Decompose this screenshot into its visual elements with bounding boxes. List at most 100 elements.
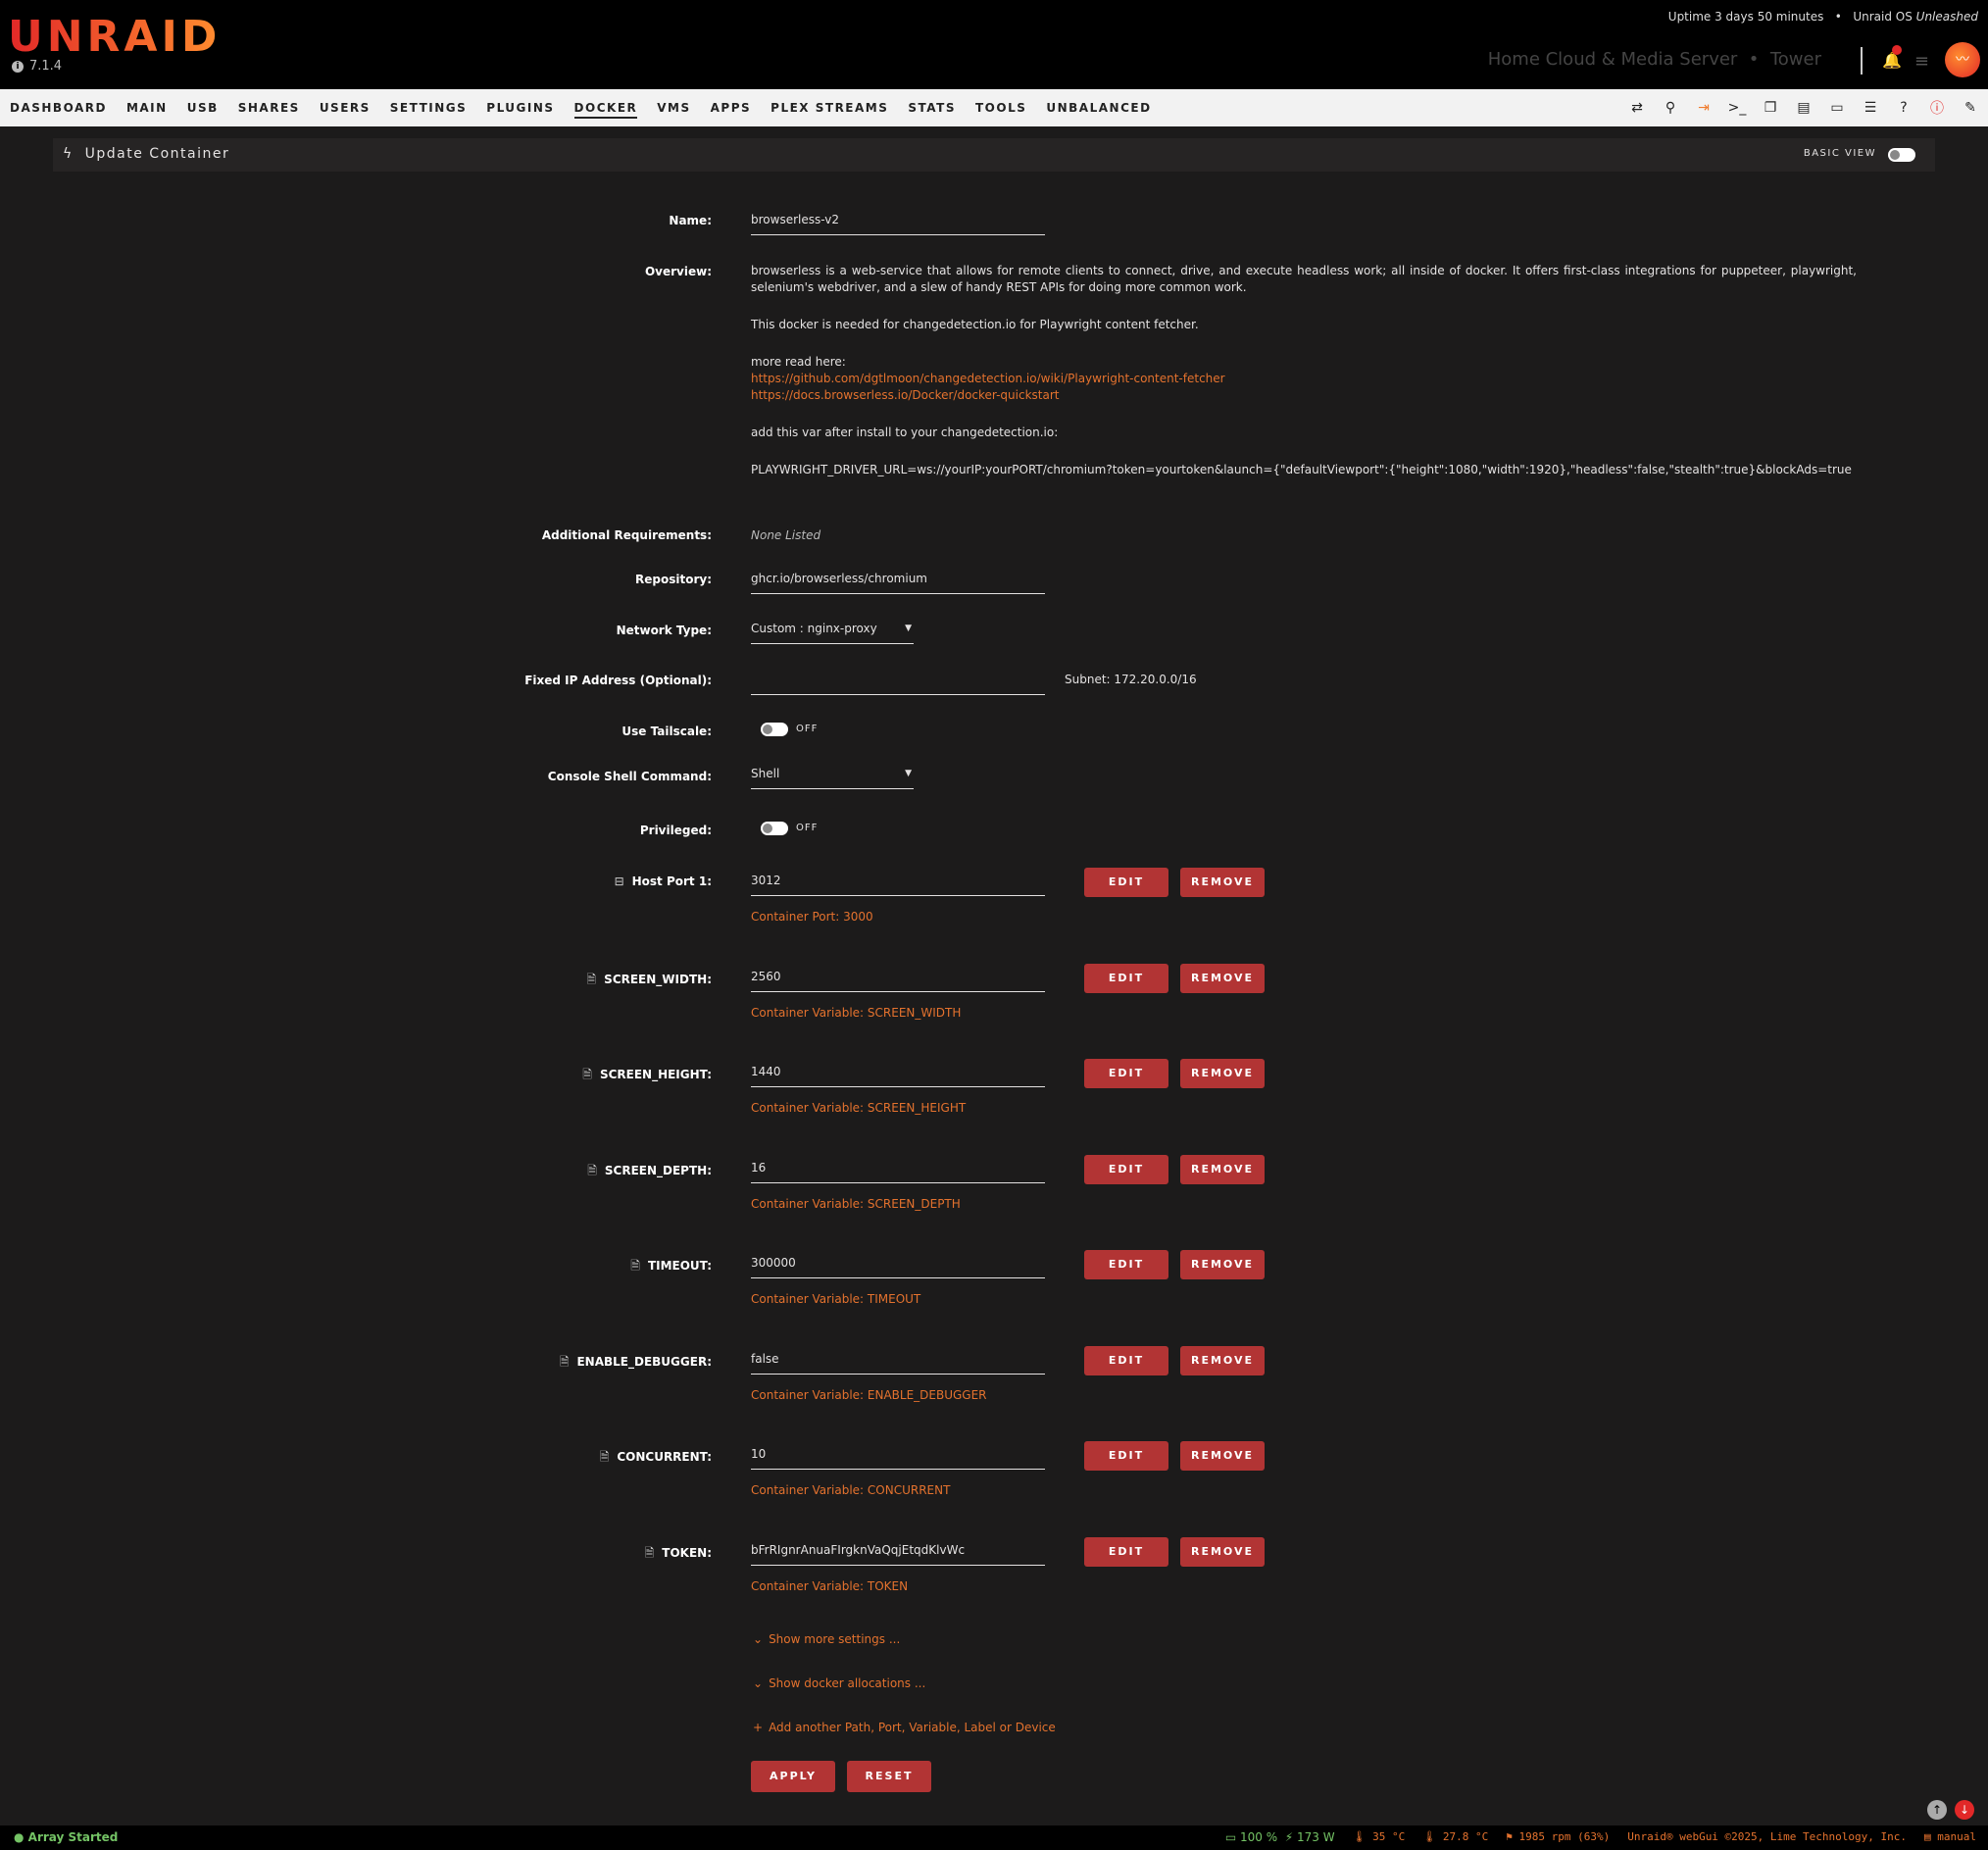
nav-item-vms[interactable]: VMS (647, 89, 700, 126)
feedback-icon[interactable]: ▤ (1794, 100, 1814, 116)
overview-paragraph: PLAYWRIGHT_DRIVER_URL=ws://yourIP:yourPO… (751, 463, 1852, 476)
nav-item-plugins[interactable]: PLUGINS (476, 89, 564, 126)
unraid-logo[interactable]: UNRAID (8, 12, 221, 62)
nav-item-stats[interactable]: STATS (898, 89, 966, 126)
entry-container-mapping: Container Variable: SCREEN_DEPTH (751, 1196, 961, 1211)
info-icon: i (12, 60, 24, 73)
scroll-bottom-icon[interactable]: ↓ (1955, 1800, 1974, 1820)
edit-button[interactable]: EDIT (1084, 1059, 1168, 1088)
nav-item-users[interactable]: USERS (310, 89, 380, 126)
monitor-icon[interactable]: ▭ (1827, 100, 1847, 116)
footer-stats: ▭ 100 % ⚡ 173 W 🌡 35 °C 🌡 27.8 °C ⚑ 1985… (1225, 1830, 1976, 1844)
entry-label: 🗎 SCREEN_HEIGHT: (582, 1066, 712, 1086)
logout-icon[interactable]: ⇥ (1694, 100, 1714, 116)
edit-button[interactable]: EDIT (1084, 1345, 1168, 1375)
entry-container-mapping: Container Variable: TIMEOUT (751, 1292, 921, 1306)
switch-icon[interactable]: ⇄ (1627, 100, 1647, 116)
repository-input[interactable]: ghcr.io/browserless/chromium (751, 568, 1045, 594)
uptime-text: Uptime 3 days 50 minutes (1667, 10, 1824, 24)
edit-button[interactable]: EDIT (1084, 868, 1168, 897)
entry-label-text: CONCURRENT: (617, 1450, 712, 1464)
page-titlebar: ϟ Update Container BASIC VIEW (53, 138, 1935, 172)
file-icon: 🗎 (587, 1163, 597, 1177)
scroll-top-icon[interactable]: ↑ (1927, 1800, 1947, 1820)
add-another-text: Add another Path, Port, Variable, Label … (769, 1721, 1056, 1734)
nav-item-shares[interactable]: SHARES (228, 89, 310, 126)
nav-items: DASHBOARD MAIN USB SHARES USERS SETTINGS PLUGI… (10, 89, 1162, 126)
copy-icon[interactable]: ❐ (1761, 100, 1780, 116)
overview-link-github[interactable]: https://github.com/dgtlmoon/changedetect… (751, 371, 1857, 387)
show-more-settings[interactable]: ⌄ Show more settings ... (753, 1632, 900, 1646)
entry-value-input[interactable]: 16 (751, 1157, 1045, 1183)
repository-label: Repository: (635, 573, 712, 586)
ups-status: ▭ 100 % ⚡ 173 W (1224, 1830, 1335, 1844)
info-icon[interactable]: ⓘ (1927, 98, 1947, 118)
nav-item-docker[interactable]: DOCKER (565, 89, 648, 126)
reset-button[interactable]: RESET (847, 1761, 931, 1792)
basic-view-toggle[interactable] (1888, 148, 1915, 162)
nav-item-usb[interactable]: USB (177, 89, 228, 126)
network-select[interactable]: Custom : nginx-proxy (751, 618, 914, 644)
array-status: ● Array Started (14, 1830, 119, 1844)
privileged-label: Privileged: (639, 824, 712, 837)
fixedip-input[interactable] (751, 669, 1045, 695)
edit-button[interactable]: EDIT (1084, 963, 1168, 993)
server-desc-text: Home Cloud & Media Server (1487, 49, 1738, 70)
main-nav: DASHBOARD MAIN USB SHARES USERS SETTINGS PLUGI… (0, 89, 1988, 126)
network-label: Network Type: (616, 624, 712, 637)
remove-button[interactable]: REMOVE (1180, 868, 1265, 897)
chevron-down-icon: ⌄ (753, 1632, 764, 1646)
page-title-text: Update Container (84, 146, 230, 162)
entry-value-input[interactable]: false (751, 1348, 1045, 1375)
menu-icon[interactable]: ≡ (1914, 51, 1929, 72)
remove-button[interactable]: REMOVE (1180, 963, 1265, 993)
show-docker-allocations[interactable]: ⌄ Show docker allocations ... (753, 1676, 925, 1690)
remove-button[interactable]: REMOVE (1180, 1345, 1265, 1375)
shell-select[interactable]: Shell (751, 763, 914, 789)
log-icon[interactable]: ☰ (1861, 100, 1880, 116)
privileged-toggle[interactable] (761, 822, 788, 835)
entry-value-input[interactable]: 10 (751, 1443, 1045, 1470)
entry-value-input[interactable]: bFrRIgnrAnuaFIrgknVaQqjEtqdKlvWc (751, 1539, 1045, 1566)
tailscale-toggle[interactable] (761, 723, 788, 736)
name-input[interactable]: browserless-v2 (751, 209, 1045, 235)
nav-item-tools[interactable]: TOOLS (966, 89, 1036, 126)
notification-badge (1892, 45, 1902, 55)
entry-value-input[interactable]: 1440 (751, 1061, 1045, 1087)
bell-icon[interactable]: 🔔 (1882, 45, 1902, 70)
nav-item-main[interactable]: MAIN (117, 89, 177, 126)
show-alloc-text: Show docker allocations ... (769, 1676, 926, 1690)
entry-value-input[interactable]: 2560 (751, 966, 1045, 992)
entry-value-input[interactable]: 3012 (751, 870, 1045, 896)
edit-button[interactable]: EDIT (1084, 1154, 1168, 1184)
entry-value-input[interactable]: 300000 (751, 1252, 1045, 1278)
edit-icon[interactable]: ✎ (1961, 100, 1980, 116)
terminal-icon[interactable]: >_ (1727, 100, 1747, 116)
version-info[interactable]: i 7.1.4 (12, 59, 62, 74)
manual-text: manual (1937, 1830, 1976, 1843)
server-name-text: Tower (1769, 49, 1821, 70)
nav-item-dashboard[interactable]: DASHBOARD (10, 89, 117, 126)
help-icon[interactable]: ? (1894, 100, 1913, 116)
nav-item-plex-streams[interactable]: PLEX STREAMS (761, 89, 898, 126)
remove-button[interactable]: REMOVE (1180, 1154, 1265, 1184)
remove-button[interactable]: REMOVE (1180, 1250, 1265, 1279)
edit-button[interactable]: EDIT (1084, 1441, 1168, 1471)
entry-container-mapping: Container Variable: CONCURRENT (751, 1483, 951, 1497)
edit-button[interactable]: EDIT (1084, 1536, 1168, 1567)
edit-button[interactable]: EDIT (1084, 1250, 1168, 1279)
manual-link[interactable]: ▤ manual (1924, 1830, 1976, 1844)
add-another-link[interactable]: + Add another Path, Port, Variable, Label… (753, 1721, 1056, 1734)
version-text: 7.1.4 (29, 59, 63, 74)
search-icon[interactable]: ⚲ (1661, 100, 1680, 116)
nav-item-unbalanced[interactable]: UNBALANCED (1036, 89, 1161, 126)
nav-item-apps[interactable]: APPS (701, 89, 762, 126)
apply-button[interactable]: APPLY (751, 1761, 835, 1792)
overview-link-docs[interactable]: https://docs.browserless.io/Docker/docke… (751, 387, 1857, 404)
avatar[interactable]: 〰 (1945, 42, 1980, 77)
remove-button[interactable]: REMOVE (1180, 1536, 1265, 1567)
remove-button[interactable]: REMOVE (1180, 1441, 1265, 1471)
entry-container-mapping: Container Variable: SCREEN_HEIGHT (751, 1101, 967, 1115)
nav-item-settings[interactable]: SETTINGS (380, 89, 477, 126)
remove-button[interactable]: REMOVE (1180, 1059, 1265, 1088)
